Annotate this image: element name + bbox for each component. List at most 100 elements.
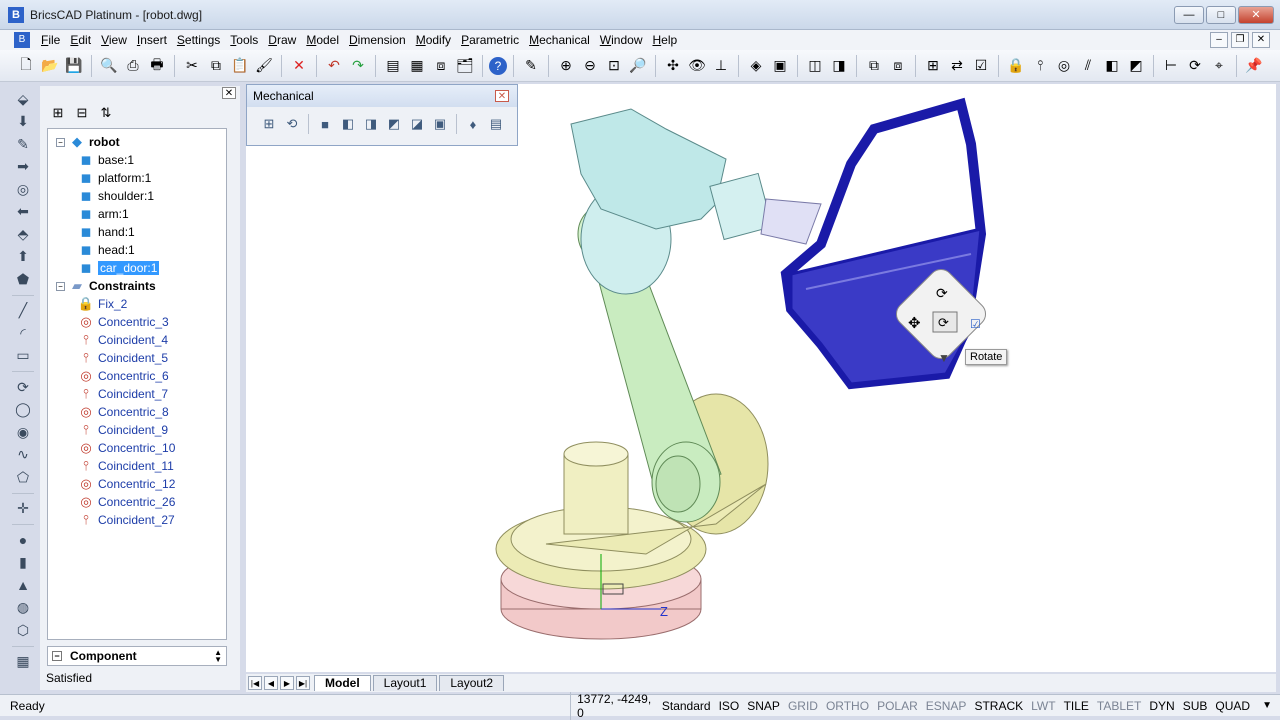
mechanical-toolbar-close-button[interactable]: ✕	[495, 90, 509, 102]
component-properties-icon[interactable]: ▤	[486, 114, 506, 134]
new-component-icon[interactable]: ■	[315, 114, 335, 134]
gizmo-more-icon[interactable]: ▼	[938, 351, 950, 365]
zoom-out-icon[interactable]: ⊖	[579, 55, 601, 77]
tree-icon[interactable]: ⊞	[922, 55, 944, 77]
tree-constraint-item[interactable]: ◎ Concentric_8	[48, 403, 226, 421]
print-icon[interactable]: ⎙	[122, 55, 144, 77]
rotate-icon[interactable]: ⟳	[1184, 55, 1206, 77]
menu-item-parametric[interactable]: Parametric	[456, 33, 524, 47]
menu-item-draw[interactable]: Draw	[263, 33, 301, 47]
insert-component-icon[interactable]: ◧	[338, 114, 358, 134]
tree-component-item[interactable]: ◼ shoulder:1	[48, 187, 226, 205]
properties-icon[interactable]: ▤	[382, 55, 404, 77]
status-toggle-polar[interactable]: POLAR	[873, 699, 922, 713]
new-icon[interactable]: 🗋	[15, 55, 37, 77]
bulb-icon[interactable]: ♦	[463, 114, 483, 134]
rotate-icon[interactable]: ⟳	[12, 376, 34, 398]
tree-constraint-item[interactable]: ⫯ Coincident_5	[48, 349, 226, 367]
menu-item-edit[interactable]: Edit	[65, 33, 96, 47]
status-toggle-lwt[interactable]: LWT	[1027, 699, 1059, 713]
donut-icon[interactable]: ◉	[12, 421, 34, 443]
drawing-explorer-icon[interactable]: 🗂	[454, 55, 476, 77]
named-views-icon[interactable]: ▣	[769, 55, 791, 77]
zoom-realtime-icon[interactable]: 🔎	[627, 55, 649, 77]
zoom-in-icon[interactable]: ⊕	[555, 55, 577, 77]
table-icon[interactable]: ▦	[12, 651, 34, 673]
tree-constraint-item[interactable]: 🔒 Fix_2	[48, 295, 226, 313]
properties-header[interactable]: − Component ▲ ▼	[47, 646, 227, 666]
constraints-tree-icon[interactable]: ⊟	[72, 103, 92, 123]
tree-constraint-item[interactable]: ⫯ Coincident_4	[48, 331, 226, 349]
last-tab-icon[interactable]: ▶|	[296, 676, 310, 690]
box-icon[interactable]: ◩	[1125, 55, 1147, 77]
attach-icon[interactable]: ⇄	[946, 55, 968, 77]
status-toggle-standard[interactable]: Standard	[658, 699, 715, 713]
status-menu-chevron-down-icon[interactable]: ▼	[1262, 700, 1272, 711]
tree-constraint-item[interactable]: ⫯ Coincident_9	[48, 421, 226, 439]
status-toggle-grid[interactable]: GRID	[784, 699, 822, 713]
first-tab-icon[interactable]: |◀	[248, 676, 262, 690]
status-toggle-dyn[interactable]: DYN	[1145, 699, 1178, 713]
line-icon[interactable]: ╱	[12, 300, 34, 322]
edit-icon[interactable]: ✎	[520, 55, 542, 77]
shape-icon[interactable]: ⬟	[12, 268, 34, 290]
plot-icon[interactable]: 🖶	[146, 55, 168, 77]
status-toggle-tablet[interactable]: TABLET	[1093, 699, 1145, 713]
undo-icon[interactable]: ↶	[323, 55, 345, 77]
orbit-icon[interactable]: ✣	[662, 55, 684, 77]
replace-component-icon[interactable]: ◨	[361, 114, 381, 134]
tab-layout2[interactable]: Layout2	[439, 675, 505, 691]
dissolve-component-icon[interactable]: ◪	[407, 114, 427, 134]
save-icon[interactable]: 💾	[63, 55, 85, 77]
view-icon[interactable]: 👁	[686, 55, 708, 77]
hole-icon[interactable]: ◎	[12, 178, 34, 200]
menu-item-model[interactable]: Model	[301, 33, 344, 47]
next-tab-icon[interactable]: ▶	[280, 676, 294, 690]
measure-icon[interactable]: ⌖	[1208, 55, 1230, 77]
hierarchy-icon[interactable]: ⊞	[48, 103, 68, 123]
down-arrow-icon[interactable]: ⬇	[12, 111, 34, 133]
tree-constraint-item[interactable]: ◎ Concentric_3	[48, 313, 226, 331]
tree-constraint-item[interactable]: ⫯ Coincident_27	[48, 511, 226, 529]
tab-model[interactable]: Model	[314, 675, 371, 691]
design-center-icon[interactable]: ▦	[406, 55, 428, 77]
mechanical-toolbar-title-bar[interactable]: Mechanical ✕	[247, 85, 517, 107]
copy-icon[interactable]: ⧉	[205, 55, 227, 77]
menu-item-settings[interactable]: Settings	[172, 33, 225, 47]
layers-icon[interactable]: ⧈	[430, 55, 452, 77]
push-icon[interactable]: ⬙	[12, 88, 34, 110]
local-copy-icon[interactable]: ▣	[430, 114, 450, 134]
status-toggle-iso[interactable]: ISO	[715, 699, 744, 713]
ucs-icon[interactable]: ⊥	[710, 55, 732, 77]
pin-icon[interactable]: 📌	[1243, 55, 1265, 77]
sphere-icon[interactable]: ●	[12, 529, 34, 551]
doc-minimize-button[interactable]: –	[1210, 32, 1228, 48]
delete-icon[interactable]: ✕	[288, 55, 310, 77]
tree-constraint-item[interactable]: ⫯ Coincident_7	[48, 385, 226, 403]
open-icon[interactable]: 📂	[39, 55, 61, 77]
prev-tab-icon[interactable]: ◀	[264, 676, 278, 690]
check-icon[interactable]: ☑	[970, 55, 992, 77]
ungroup-icon[interactable]: ⧈	[887, 55, 909, 77]
menu-item-view[interactable]: View	[96, 33, 132, 47]
3d-view-icon[interactable]: ◈	[745, 55, 767, 77]
extrude-icon[interactable]: ⬘	[12, 223, 34, 245]
tree-constraint-item[interactable]: ◎ Concentric_6	[48, 367, 226, 385]
print-preview-icon[interactable]: 🔍	[98, 55, 120, 77]
cube-icon[interactable]: ◧	[1101, 55, 1123, 77]
document-icon[interactable]: B	[14, 32, 30, 48]
parallel-icon[interactable]: ⫽	[1077, 55, 1099, 77]
tree-constraint-item[interactable]: ⫯ Coincident_11	[48, 457, 226, 475]
doc-restore-button[interactable]: ❐	[1231, 32, 1249, 48]
point-icon[interactable]: ✛	[12, 498, 34, 520]
menu-item-window[interactable]: Window	[595, 33, 648, 47]
rotate-up-icon[interactable]: ⟳	[936, 285, 948, 301]
assembly-structure-icon[interactable]: ⊞	[259, 114, 279, 134]
minimize-button[interactable]: —	[1174, 5, 1204, 24]
match-properties-icon[interactable]: 🖌	[253, 55, 275, 77]
redo-icon[interactable]: ↷	[347, 55, 369, 77]
status-toggle-esnap[interactable]: ESNAP	[922, 699, 971, 713]
tree-constraint-item[interactable]: ◎ Concentric_12	[48, 475, 226, 493]
doc-close-button[interactable]: ✕	[1252, 32, 1270, 48]
coincident-icon[interactable]: ⫯	[1029, 55, 1051, 77]
